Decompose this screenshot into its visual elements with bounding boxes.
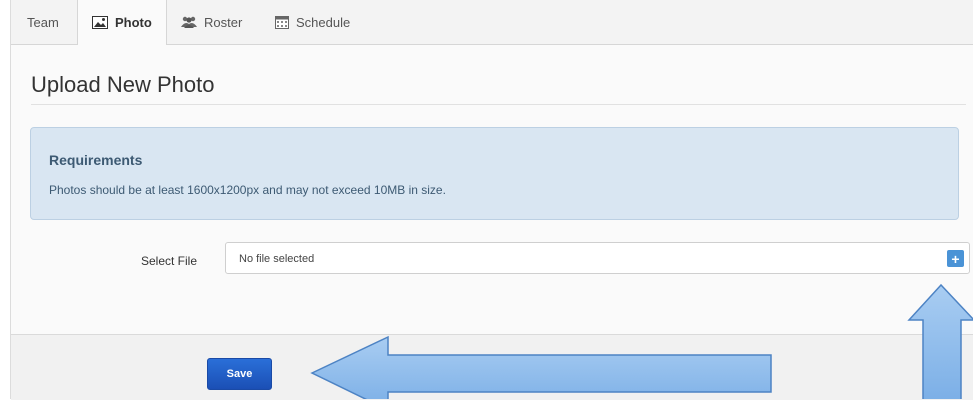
app-frame: Team Photo Roster Schedule Upload New Ph… [10,0,973,400]
requirements-text: Photos should be at least 1600x1200px an… [49,183,446,197]
file-input-placeholder: No file selected [239,253,315,265]
page-title: Upload New Photo [31,72,215,97]
requirements-alert: Requirements Photos should be at least 1… [30,127,959,220]
tab-bar: Team Photo Roster Schedule [11,0,973,45]
users-icon [181,16,197,28]
tab-schedule-label: Schedule [296,14,351,30]
save-button[interactable]: Save [207,358,272,390]
file-input[interactable]: No file selected + [225,242,970,274]
title-divider [31,104,966,105]
tab-schedule[interactable]: Schedule [275,0,350,44]
requirements-heading: Requirements [49,152,143,168]
tab-roster[interactable]: Roster [181,0,242,44]
tab-roster-label: Roster [204,14,243,30]
form-footer [11,334,973,400]
tab-photo-label: Photo [115,15,152,30]
add-file-button[interactable]: + [947,250,964,267]
tab-photo[interactable]: Photo [77,0,167,45]
tab-team[interactable]: Team [27,0,59,44]
image-icon [92,16,108,29]
calendar-icon [275,15,289,29]
select-file-label: Select File [141,254,198,268]
tab-team-label: Team [27,14,59,30]
